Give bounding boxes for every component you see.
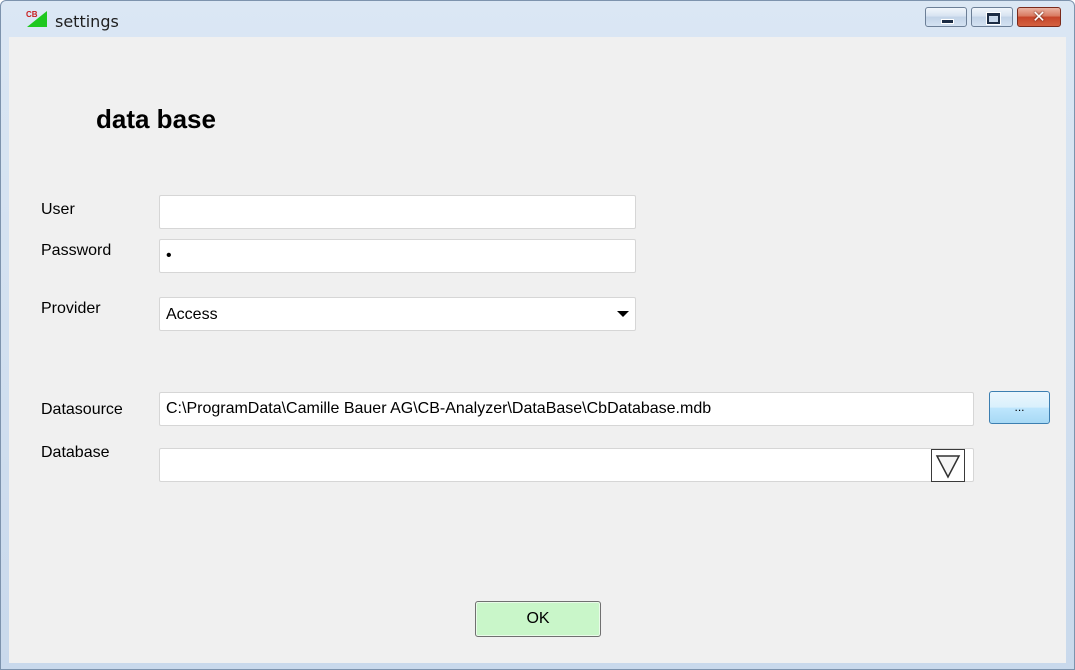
settings-window: CB settings ✕ data base User Password • … — [0, 0, 1075, 670]
datasource-input[interactable]: C:\ProgramData\Camille Bauer AG\CB-Analy… — [159, 392, 974, 426]
database-dropdown-button[interactable] — [931, 449, 965, 482]
svg-text:CB: CB — [26, 10, 38, 19]
minimize-icon — [941, 19, 954, 24]
caption-buttons: ✕ — [925, 7, 1061, 29]
provider-label: Provider — [41, 300, 101, 317]
datasource-label: Datasource — [41, 401, 123, 418]
title-bar[interactable]: CB settings ✕ — [1, 1, 1074, 37]
browse-button[interactable]: ... — [989, 391, 1050, 424]
user-input[interactable] — [159, 195, 636, 229]
dialog-client-area: data base User Password • Provider Acces… — [9, 37, 1066, 663]
password-label: Password — [41, 242, 112, 259]
provider-selected-value: Access — [166, 306, 218, 323]
password-input[interactable]: • — [159, 239, 636, 273]
provider-select[interactable]: Access — [159, 297, 636, 331]
page-title: data base — [96, 104, 216, 134]
user-label: User — [41, 201, 75, 218]
ok-button[interactable]: OK — [475, 601, 601, 637]
app-icon: CB — [26, 10, 47, 27]
window-title: settings — [55, 12, 119, 31]
restore-icon — [986, 12, 1001, 25]
close-icon: ✕ — [1032, 7, 1046, 26]
database-input[interactable] — [159, 448, 974, 482]
close-button[interactable]: ✕ — [1017, 7, 1061, 27]
database-label: Database — [41, 444, 110, 461]
minimize-button[interactable] — [925, 7, 967, 27]
restore-button[interactable] — [971, 7, 1013, 27]
triangle-down-icon — [935, 455, 961, 479]
chevron-down-icon — [617, 311, 629, 317]
